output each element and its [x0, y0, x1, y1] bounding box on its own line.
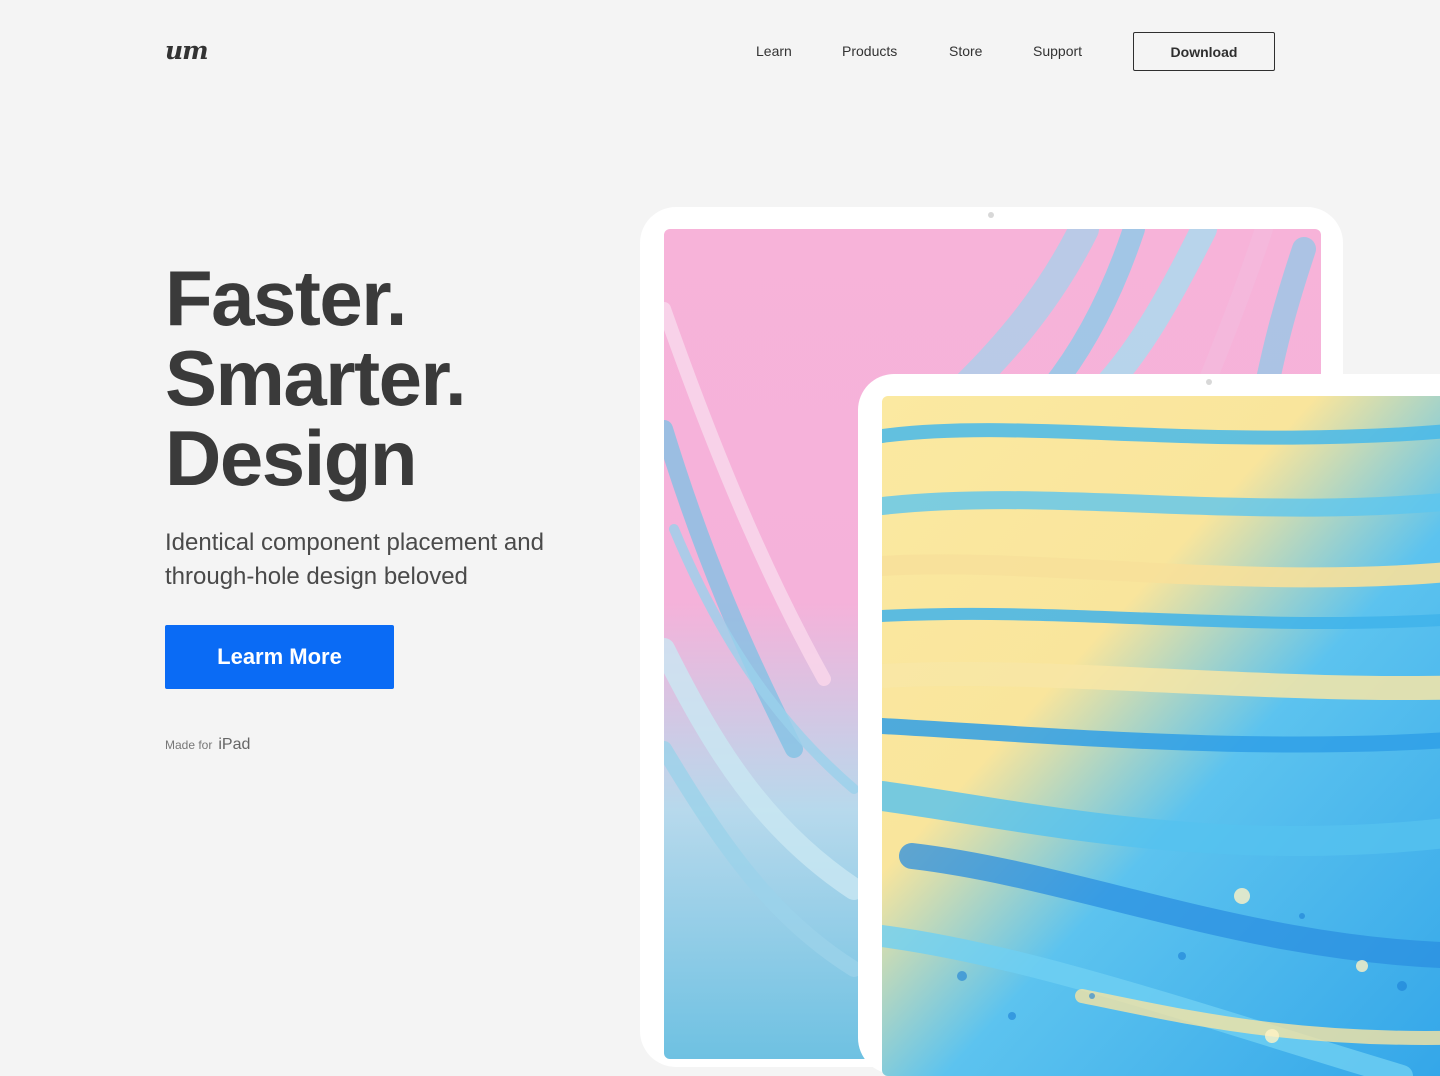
- headline-line-1: Faster.: [165, 254, 407, 342]
- hero-subtext: Identical component placement and throug…: [165, 529, 544, 590]
- camera-dot: [1206, 379, 1212, 385]
- nav-products[interactable]: Products: [842, 43, 897, 59]
- learn-more-button[interactable]: Learm More: [165, 625, 394, 689]
- made-for-label: Made for: [165, 738, 213, 752]
- headline-line-3: Design: [165, 414, 418, 502]
- brand-logo[interactable]: um: [165, 36, 209, 65]
- ipad-logo: iPad: [218, 736, 251, 753]
- hero-headline: Faster. Smarter. Design: [165, 254, 467, 502]
- ipad-front-screen-artwork: [882, 396, 1440, 1076]
- nav-support[interactable]: Support: [1033, 43, 1082, 59]
- camera-dot: [988, 212, 994, 218]
- ipad-front-mockup: [858, 374, 1440, 1076]
- made-for-badge: Made for iPad: [165, 736, 250, 754]
- nav-learn[interactable]: Learn: [756, 43, 792, 59]
- nav-store[interactable]: Store: [949, 43, 982, 59]
- download-button[interactable]: Download: [1133, 32, 1275, 71]
- headline-line-2: Smarter.: [165, 334, 467, 422]
